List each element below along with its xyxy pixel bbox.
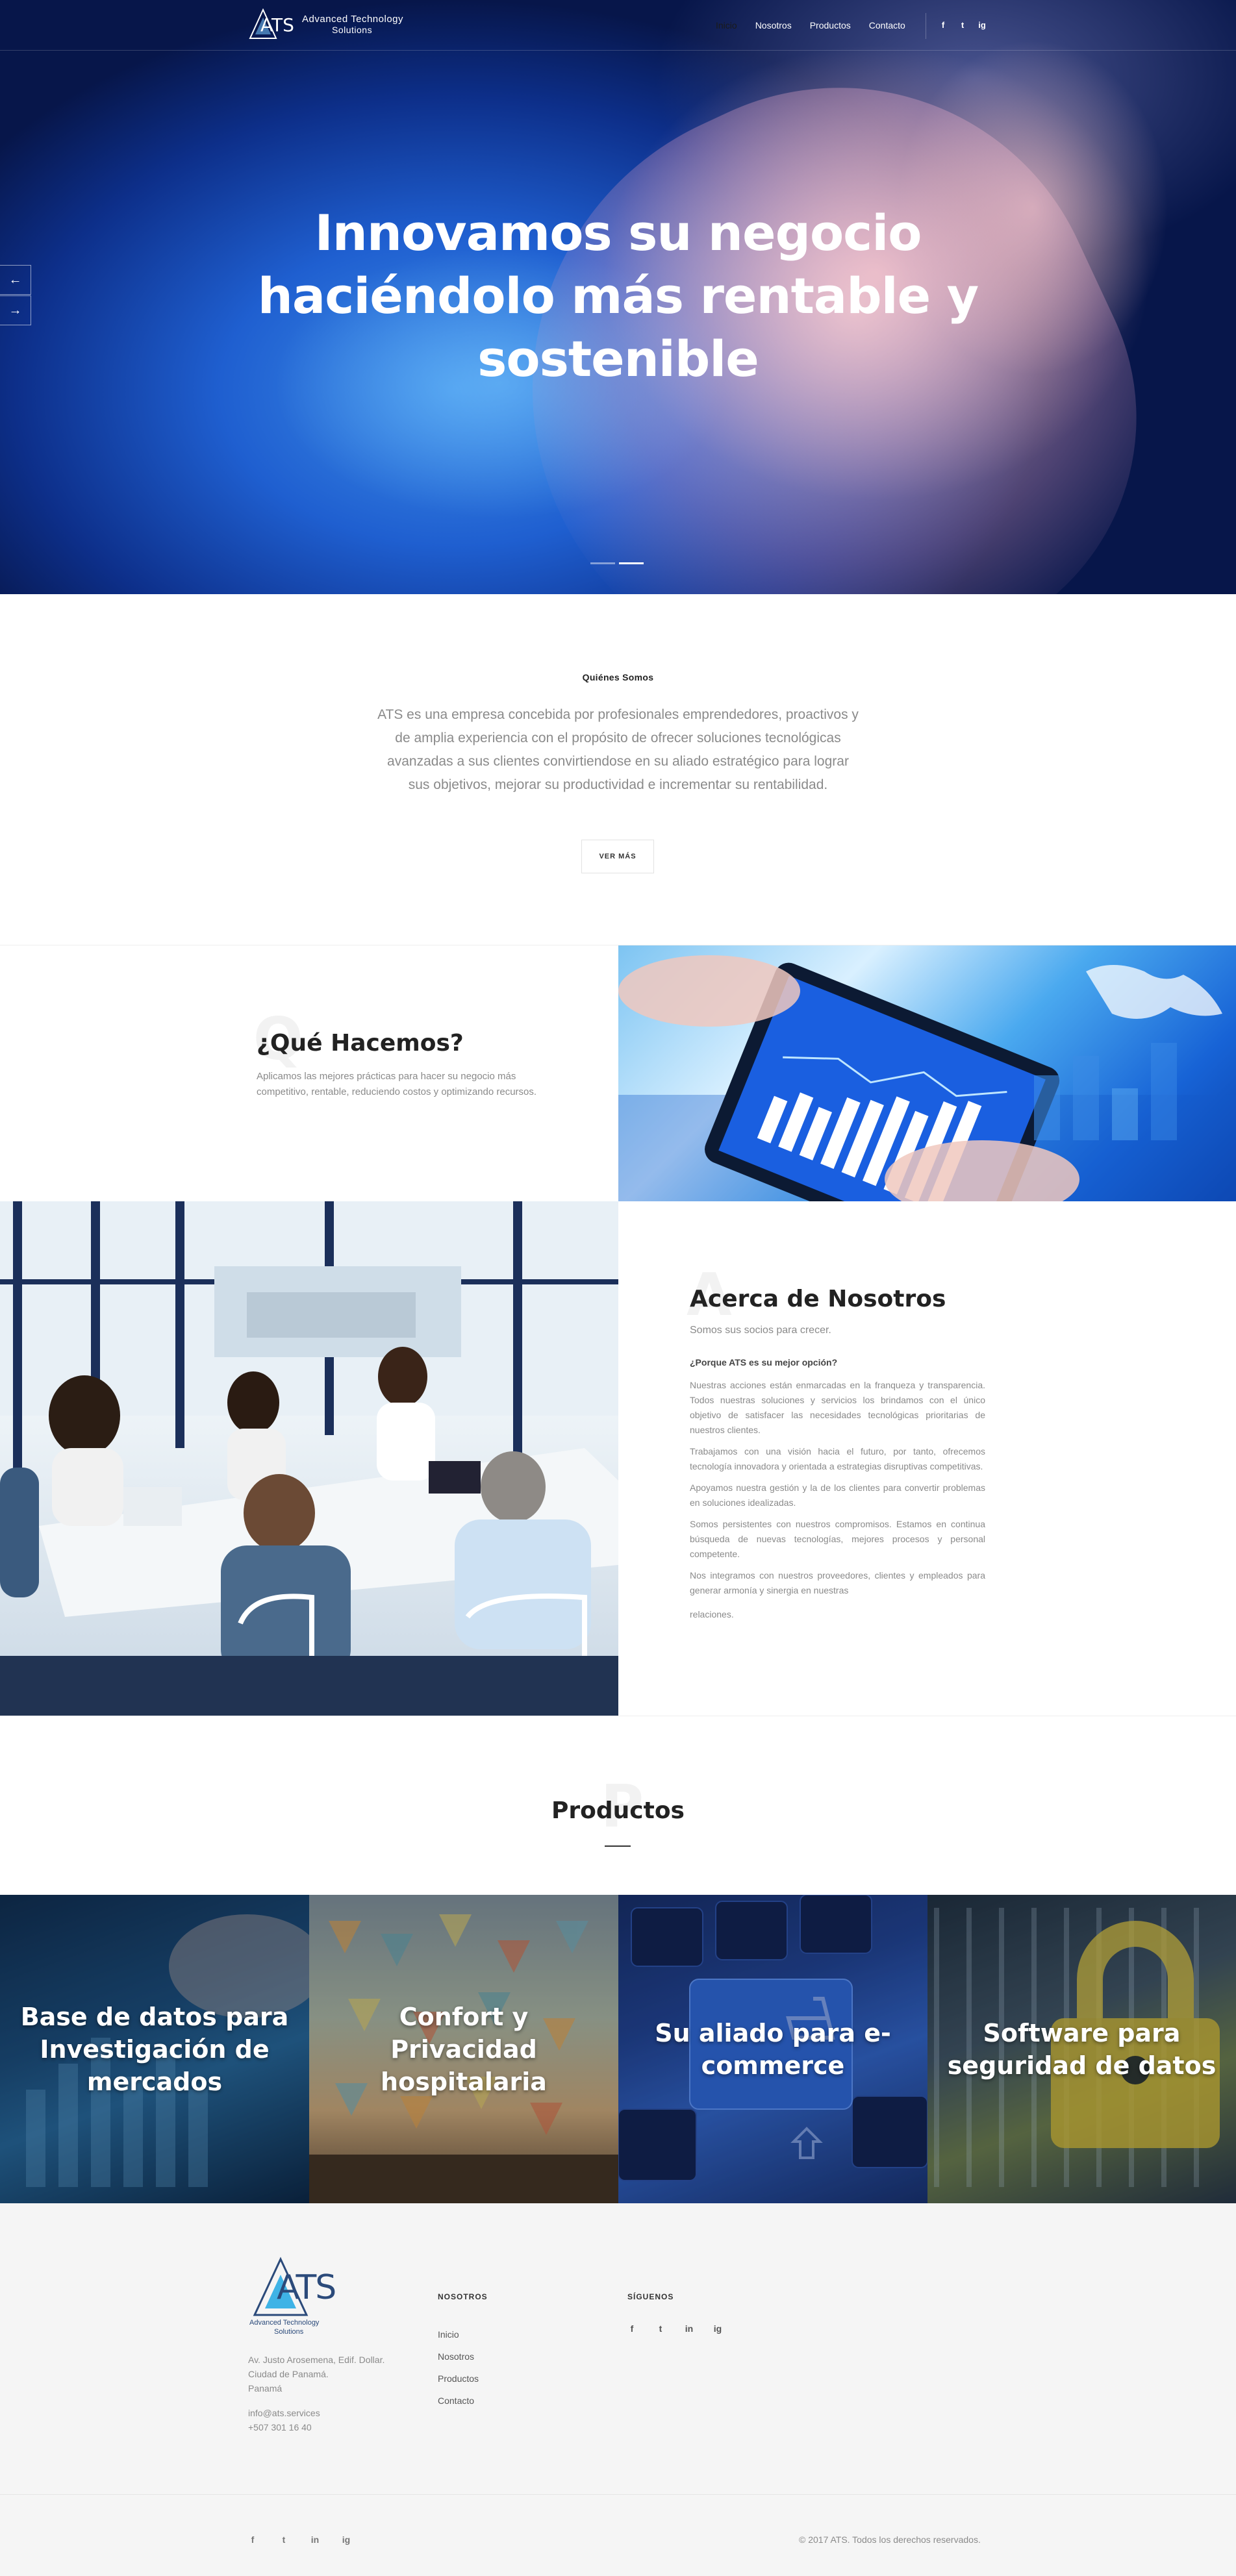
meeting-illustration: [0, 1201, 618, 1716]
hero-title-line: sostenible: [477, 330, 759, 388]
header-social: f t ig: [939, 18, 987, 32]
address-line: Panamá: [248, 2383, 283, 2394]
product-card-base-de-datos[interactable]: Base de datos para Investigación de merc…: [0, 1895, 309, 2203]
footer-nav-productos[interactable]: Productos: [438, 2368, 479, 2390]
copyright: © 2017 ATS. Todos los derechos reservado…: [799, 2534, 981, 2545]
acerca-paragraph: Nos integramos con nuestros proveedores,…: [690, 1570, 985, 1595]
logo-wordmark: Advanced Technology Solutions: [302, 14, 403, 36]
instagram-icon[interactable]: ig: [713, 2323, 722, 2334]
acerca-body: Nuestras acciones están enmarcadas en la…: [690, 1378, 985, 1629]
about-title: Quiénes Somos: [582, 672, 654, 682]
hero-title: Innovamos su negocio haciéndolo más rent…: [0, 201, 1236, 390]
footer-phone[interactable]: +507 301 16 40: [248, 2420, 320, 2434]
product-card-ecommerce[interactable]: Su aliado para e-commerce: [618, 1895, 927, 2203]
main-nav: Inicio Nosotros Productos Contacto: [707, 18, 914, 32]
products-grid: Base de datos para Investigación de merc…: [0, 1895, 1236, 2203]
instagram-icon[interactable]: ig: [342, 2534, 351, 2545]
slider-dot[interactable]: [590, 562, 615, 564]
ver-mas-button[interactable]: VER MÁS: [581, 840, 654, 873]
footer-email[interactable]: info@ats.services: [248, 2406, 320, 2420]
instagram-icon[interactable]: ig: [977, 18, 987, 32]
about-section: Quiénes Somos ATS es una empresa concebi…: [0, 594, 1236, 945]
slider-next-button[interactable]: →: [0, 295, 31, 325]
footer-logo-line1: Advanced Technology: [249, 2319, 320, 2327]
address-line: Av. Justo Arosemena, Edif. Dollar.: [248, 2355, 385, 2365]
productos-title: Productos: [551, 1797, 685, 1824]
footer-follow-title: SÍGUENOS: [627, 2292, 674, 2301]
que-hacemos-text-block: Q ¿Qué Hacemos? Aplicamos las mejores pr…: [0, 945, 618, 1202]
twitter-icon[interactable]: t: [958, 18, 967, 32]
footer-logo-letters: ATS: [277, 2268, 336, 2307]
footer-nav-list: Inicio Nosotros Productos Contacto: [438, 2323, 479, 2412]
acerca-paragraph: Trabajamos con una visión hacia el futur…: [690, 1446, 985, 1471]
acerca-section: A Acerca de Nosotros Somos sus socios pa…: [0, 1201, 1236, 1716]
facebook-icon[interactable]: f: [627, 2323, 637, 2334]
product-label: Su aliado para e-commerce: [655, 2018, 891, 2080]
footer-address: Av. Justo Arosemena, Edif. Dollar. Ciuda…: [248, 2353, 385, 2395]
linkedin-icon[interactable]: in: [310, 2534, 320, 2545]
footer-divider: [0, 2494, 1236, 2495]
arrow-right-icon: →: [8, 303, 22, 318]
slider-pagination: [590, 562, 644, 564]
nav-contacto[interactable]: Contacto: [860, 18, 914, 32]
acerca-question: ¿Porque ATS es su mejor opción?: [690, 1357, 838, 1368]
product-label: Base de datos para Investigación de merc…: [20, 2002, 289, 2096]
acerca-text-block: A Acerca de Nosotros Somos sus socios pa…: [618, 1201, 1236, 1716]
tablet-chart-illustration: [618, 955, 1236, 1202]
twitter-icon[interactable]: t: [656, 2323, 665, 2334]
hero-title-line: haciéndolo más rentable y: [257, 267, 979, 325]
que-hacemos-section: Q ¿Qué Hacemos? Aplicamos las mejores pr…: [0, 945, 1236, 1202]
footer-logo-line2: Solutions: [274, 2328, 304, 2336]
footer-bottom-social: f t in ig: [248, 2534, 351, 2545]
twitter-icon[interactable]: t: [279, 2534, 288, 2545]
slider-dot-active[interactable]: [619, 562, 644, 564]
product-label: Software para seguridad de datos: [947, 2018, 1217, 2080]
footer-nav-contacto[interactable]: Contacto: [438, 2390, 479, 2412]
acerca-paragraph: Apoyamos nuestra gestión y la de los cli…: [690, 1482, 985, 1508]
logo-letters: ATS: [260, 14, 294, 36]
footer-nav-inicio[interactable]: Inicio: [438, 2323, 479, 2345]
acerca-paragraph: Somos persistentes con nuestros compromi…: [690, 1519, 985, 1559]
slider-prev-button[interactable]: ←: [0, 265, 31, 295]
logo-line1: Advanced Technology: [302, 14, 403, 25]
acerca-paragraph: relaciones.: [690, 1609, 734, 1619]
productos-section: P Productos: [0, 1716, 1236, 1895]
product-card-seguridad[interactable]: Software para seguridad de datos: [927, 1895, 1236, 2203]
footer-social: f t in ig: [627, 2323, 722, 2334]
footer-nav-nosotros[interactable]: Nosotros: [438, 2345, 479, 2368]
linkedin-icon[interactable]: in: [685, 2323, 694, 2334]
tablet-chart-image: [618, 945, 1236, 1202]
meeting-photo: [0, 1201, 618, 1716]
top-navbar: Advanced Technology Solutions ATS Inicio…: [0, 0, 1236, 51]
product-card-confort[interactable]: Confort y Privacidad hospitalaria: [309, 1895, 618, 2203]
arrow-left-icon: ←: [8, 273, 22, 287]
logo-line2: Solutions: [332, 25, 373, 35]
hero-slider: Innovamos su negocio haciéndolo más rent…: [0, 0, 1236, 594]
nav-inicio[interactable]: Inicio: [707, 18, 746, 32]
acerca-paragraph: Nuestras acciones están enmarcadas en la…: [690, 1380, 985, 1435]
facebook-icon[interactable]: f: [248, 2534, 257, 2545]
que-hacemos-text: Aplicamos las mejores prácticas para hac…: [257, 1071, 537, 1097]
title-underline: [605, 1845, 631, 1847]
about-text: ATS es una empresa concebida por profesi…: [377, 707, 859, 792]
site-footer: ATS Advanced Technology Solutions Av. Ju…: [0, 2203, 1236, 2576]
hero-title-line: Innovamos su negocio: [314, 204, 922, 262]
acerca-subtitle: Somos sus socios para crecer.: [690, 1325, 831, 1336]
address-line: Ciudad de Panamá.: [248, 2369, 329, 2379]
footer-nav-title: NOSOTROS: [438, 2292, 488, 2301]
nav-nosotros[interactable]: Nosotros: [746, 18, 801, 32]
facebook-icon[interactable]: f: [939, 18, 948, 32]
nav-productos[interactable]: Productos: [801, 18, 860, 32]
footer-logo[interactable]: ATS Advanced Technology Solutions: [248, 2255, 339, 2336]
acerca-title: Acerca de Nosotros: [690, 1286, 946, 1312]
que-hacemos-title: ¿Qué Hacemos?: [257, 1030, 464, 1057]
product-label: Confort y Privacidad hospitalaria: [381, 2002, 547, 2096]
footer-contact: info@ats.services +507 301 16 40: [248, 2406, 320, 2434]
